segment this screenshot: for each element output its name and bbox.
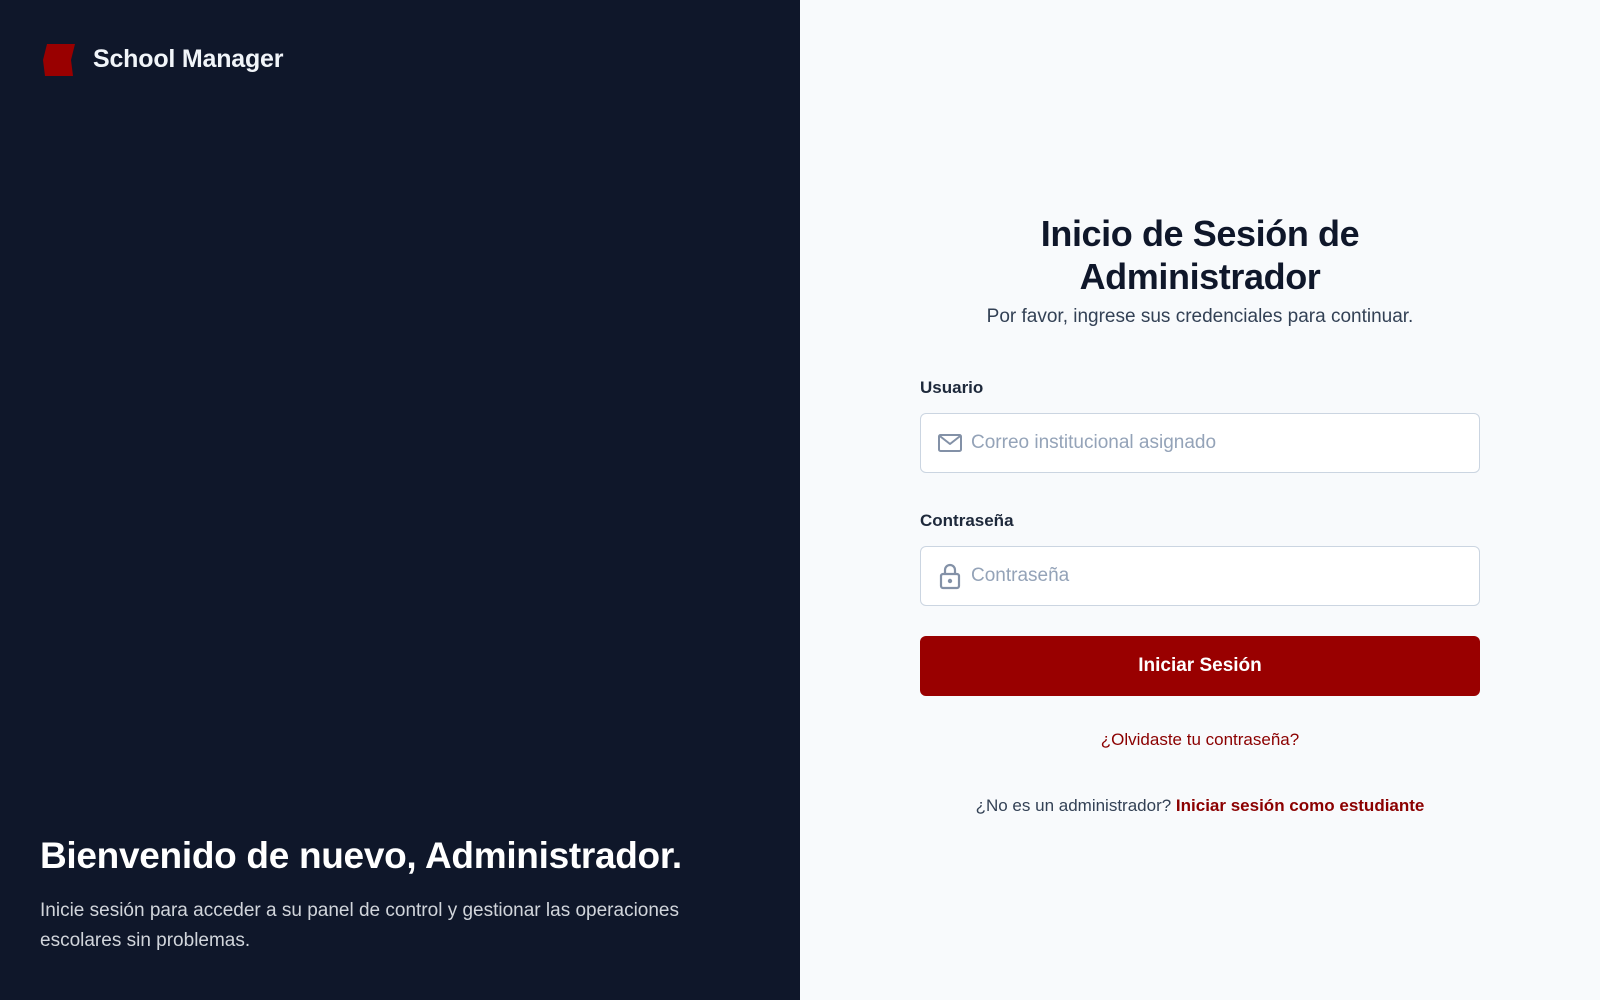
mail-icon: [937, 430, 963, 456]
brand-header: School Manager: [42, 42, 283, 76]
welcome-section: Bienvenido de nuevo, Administrador. Inic…: [40, 834, 760, 956]
alt-login-prompt: ¿No es un administrador?: [975, 796, 1172, 816]
password-field[interactable]: [920, 546, 1480, 607]
login-submit-button[interactable]: Iniciar Sesión: [920, 636, 1480, 697]
welcome-text: Inicie sesión para acceder a su panel de…: [40, 900, 679, 952]
password-label: Contraseña: [920, 511, 1014, 531]
welcome-title: Bienvenido de nuevo, Administrador.: [40, 835, 682, 876]
password-input[interactable]: [971, 565, 1451, 588]
right-login-panel: Inicio de Sesión de Administrador Por fa…: [800, 0, 1600, 1000]
brand-name: School Manager: [93, 44, 284, 73]
forgot-password-link[interactable]: ¿Olvidaste tu contraseña?: [920, 730, 1480, 750]
username-label: Usuario: [920, 378, 984, 398]
alt-login-row: ¿No es un administrador? Iniciar sesión …: [920, 796, 1480, 816]
login-form: Inicio de Sesión de Administrador Por fa…: [920, 212, 1480, 816]
username-field[interactable]: [920, 413, 1480, 474]
school-logo-icon: [42, 42, 76, 76]
left-brand-panel: School Manager Bienvenido de nuevo, Admi…: [0, 0, 800, 1000]
lock-icon: [937, 563, 963, 590]
student-login-link[interactable]: Iniciar sesión como estudiante: [1176, 796, 1424, 815]
login-page: School Manager Bienvenido de nuevo, Admi…: [0, 0, 1600, 1000]
login-title: Inicio de Sesión de Administrador: [1040, 213, 1360, 298]
login-subtitle: Por favor, ingrese sus credenciales para…: [986, 306, 1414, 328]
username-input[interactable]: [971, 432, 1451, 455]
